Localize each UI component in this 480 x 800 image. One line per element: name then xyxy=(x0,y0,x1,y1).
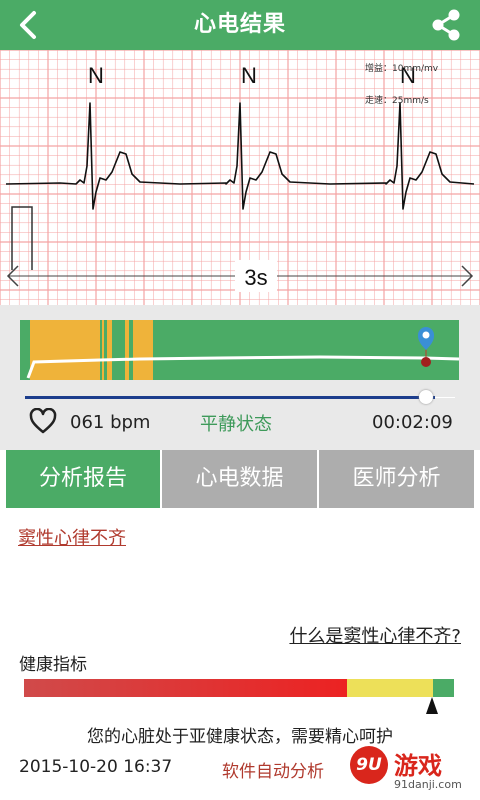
tab-doctor-analysis[interactable]: 医师分析 xyxy=(319,450,474,508)
playback-slider[interactable] xyxy=(25,396,435,399)
heart-outline-icon xyxy=(29,408,57,434)
position-marker xyxy=(421,357,431,367)
gain-text: 增益：10mm/mv xyxy=(365,62,439,74)
report-tabs: 分析报告 心电数据 医师分析 xyxy=(0,450,480,508)
watermark-logo-icon: 9U xyxy=(350,746,388,784)
recording-duration: 00:02:09 xyxy=(372,412,453,433)
share-icon[interactable] xyxy=(430,8,462,42)
recording-overview[interactable] xyxy=(20,320,459,380)
activity-state: 平静状态 xyxy=(200,414,272,435)
tab-analysis-report[interactable]: 分析报告 xyxy=(6,450,160,508)
health-indicator-label: 健康指标 xyxy=(19,655,87,675)
watermark-url: 91danji.com xyxy=(394,778,462,791)
site-watermark: 9U 游戏 91danji.com xyxy=(344,740,480,800)
beat-label: N xyxy=(88,63,104,88)
health-pointer-icon xyxy=(426,697,438,714)
recording-summary: 061 bpm 平静状态 00:02:09 xyxy=(0,305,480,450)
watermark-brand: 游戏 xyxy=(394,752,442,780)
span-label: 3s xyxy=(244,265,267,290)
app-header: 心电结果 xyxy=(0,0,480,50)
ecg-strip: N N N 增益：10mm/mv 走速：25mm/s 3s xyxy=(0,50,480,305)
speed-text: 走速：25mm/s xyxy=(365,95,429,106)
tab-ecg-data[interactable]: 心电数据 xyxy=(162,450,317,508)
health-indicator-bar xyxy=(24,679,454,697)
slider-thumb[interactable] xyxy=(419,390,433,404)
heart-rate: 061 bpm xyxy=(70,412,151,433)
beat-label: N xyxy=(241,63,257,88)
what-is-link[interactable]: 什么是窦性心律不齐? xyxy=(289,622,461,648)
analysis-source: 软件自动分析 xyxy=(222,762,324,782)
page-title: 心电结果 xyxy=(193,12,286,37)
report-datetime: 2015-10-20 16:37 xyxy=(19,757,173,777)
diagnosis-result[interactable]: 窦性心律不齐 xyxy=(18,524,126,550)
